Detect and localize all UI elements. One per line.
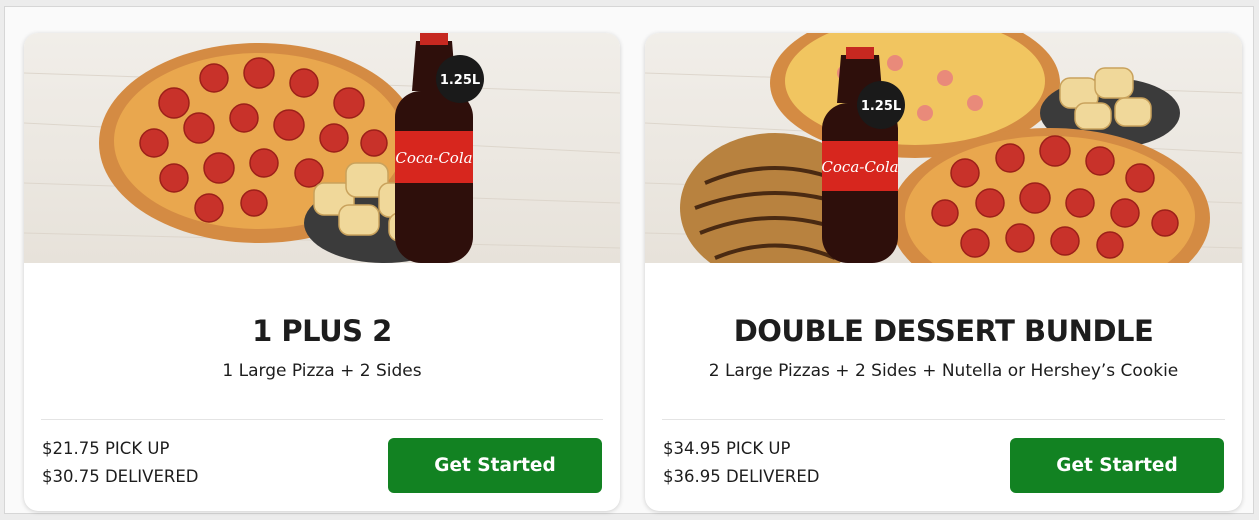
- delivered-price: $36.95 DELIVERED: [663, 467, 820, 486]
- deals-panel: Coca-Cola 1.25L 1 PLUS 2 1 Large Pizza +…: [4, 6, 1254, 514]
- deal-card-1-plus-2[interactable]: Coca-Cola 1.25L 1 PLUS 2 1 Large Pizza +…: [24, 33, 620, 511]
- cola-logo-text: Coca-Cola: [395, 149, 472, 167]
- delivered-price: $30.75 DELIVERED: [42, 467, 199, 486]
- divider: [662, 419, 1225, 420]
- pickup-price: $34.95 PICK UP: [663, 439, 791, 458]
- deal-image: Coca-Cola 1.25L: [24, 33, 620, 263]
- deal-description: 1 Large Pizza + 2 Sides: [222, 361, 422, 381]
- get-started-button[interactable]: Get Started: [1010, 438, 1224, 493]
- bottle-size-badge: 1.25L: [861, 99, 901, 114]
- pickup-price: $21.75 PICK UP: [42, 439, 170, 458]
- deal-title: 1 PLUS 2: [252, 314, 392, 348]
- bottle-size-badge: 1.25L: [440, 73, 480, 88]
- divider: [41, 419, 603, 420]
- deal-description: 2 Large Pizzas + 2 Sides + Nutella or He…: [708, 361, 1179, 381]
- get-started-button[interactable]: Get Started: [388, 438, 602, 493]
- deal-title: DOUBLE DESSERT BUNDLE: [733, 314, 1154, 348]
- cola-logo-text: Coca-Cola: [821, 158, 898, 176]
- pizza-and-drink-photo: Coca-Cola 1.25L: [24, 33, 620, 263]
- pizzas-cookie-and-drink-photo: Coca-Cola 1.25L: [645, 33, 1242, 263]
- deal-image: Coca-Cola 1.25L: [645, 33, 1242, 263]
- deal-card-double-dessert-bundle[interactable]: Coca-Cola 1.25L DOUBLE DESSERT BUNDLE 2 …: [645, 33, 1242, 511]
